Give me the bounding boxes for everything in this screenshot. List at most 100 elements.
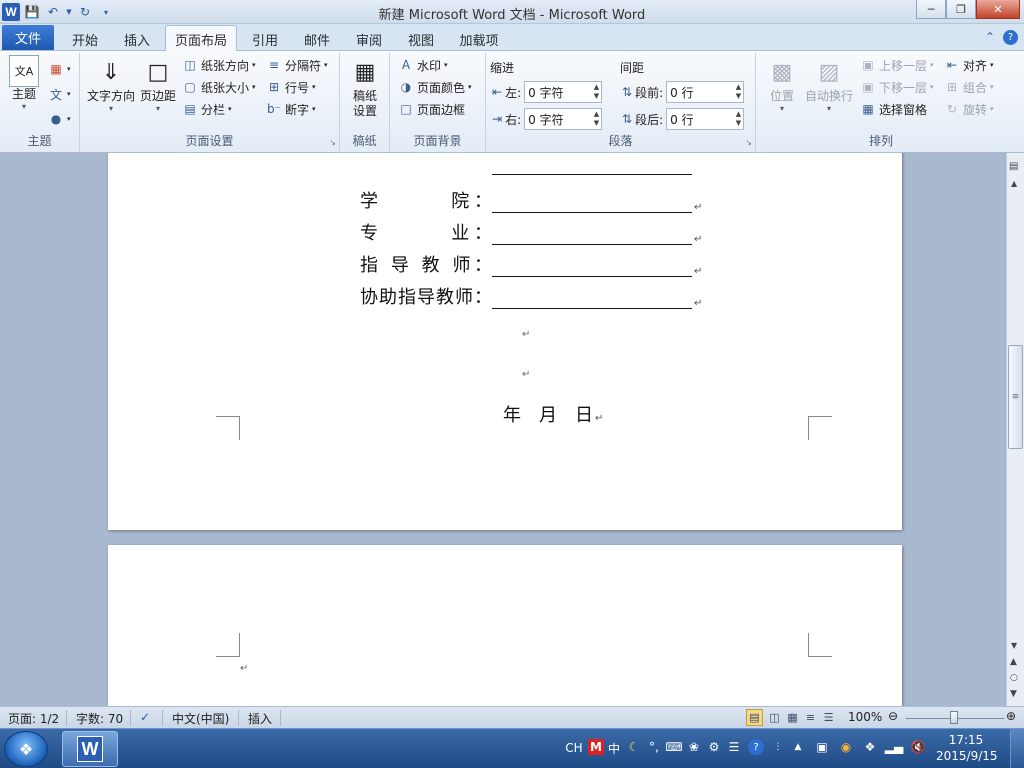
page-2[interactable]: ↵ bbox=[108, 545, 902, 706]
taskbar-word-button[interactable]: W bbox=[62, 731, 118, 767]
paragraph-launcher-icon[interactable]: ↘ bbox=[745, 138, 752, 147]
spacing-before-input[interactable]: 0 行 ▲ ▼ bbox=[666, 81, 745, 103]
field-underline[interactable] bbox=[492, 193, 692, 213]
proofing-icon[interactable]: ✓ bbox=[140, 710, 150, 724]
show-hidden-icons-icon[interactable]: ▲ bbox=[790, 739, 806, 755]
page-count[interactable]: 页面: 1/2 bbox=[8, 710, 59, 727]
skin-icon[interactable]: ❀ bbox=[686, 739, 702, 755]
theme-effects-button[interactable]: ● ▾ bbox=[48, 109, 71, 129]
ruler-toggle-icon[interactable]: ▤ bbox=[1009, 161, 1018, 172]
bring-forward-button[interactable]: ▣ 上移一层 ▾ bbox=[860, 55, 933, 75]
zoom-out-icon[interactable]: ⊖ bbox=[888, 709, 898, 723]
page-1[interactable]: 学 院： ↵ 专 业： ↵ 指 导 教 师： ↵ 协助指导教师： ↵ ↵ ↵ 年… bbox=[108, 153, 902, 530]
tools-icon[interactable]: ⚙ bbox=[706, 739, 722, 755]
antivirus-icon[interactable]: ◉ bbox=[838, 739, 854, 755]
network-drive-icon[interactable]: ▣ bbox=[814, 739, 830, 755]
help-icon[interactable]: ? bbox=[1003, 30, 1018, 45]
full-screen-reading-view-icon[interactable]: ◫ bbox=[766, 709, 783, 726]
web-layout-view-icon[interactable]: ▦ bbox=[784, 709, 801, 726]
scroll-thumb[interactable]: ≡ bbox=[1008, 345, 1023, 449]
zoom-in-icon[interactable]: ⊕ bbox=[1006, 709, 1016, 723]
page-color-button[interactable]: ◑ 页面颜色 ▾ bbox=[398, 77, 472, 97]
minimize-ribbon-icon[interactable]: ⌃ bbox=[985, 30, 995, 45]
scroll-up-icon[interactable]: ▲ bbox=[1011, 179, 1017, 188]
text-direction-button[interactable]: ⇓ 文字方向 ▾ bbox=[86, 55, 136, 114]
tab-file[interactable]: 文件 bbox=[2, 25, 54, 50]
tab-mailings[interactable]: 邮件 bbox=[294, 28, 340, 51]
theme-fonts-button[interactable]: 文 ▾ bbox=[48, 84, 71, 104]
spinner-icon[interactable]: ▲ ▼ bbox=[736, 110, 743, 128]
spinner-icon[interactable]: ▲ ▼ bbox=[736, 83, 743, 101]
show-desktop-button[interactable] bbox=[1010, 729, 1024, 768]
selection-pane-button[interactable]: ▦ 选择窗格 bbox=[860, 99, 927, 119]
tab-addins[interactable]: 加载项 bbox=[450, 28, 508, 51]
line-numbers-button[interactable]: ⊞ 行号 ▾ bbox=[266, 77, 316, 97]
zoom-slider-thumb[interactable] bbox=[950, 711, 958, 724]
ime-indicator[interactable]: CH bbox=[564, 739, 584, 757]
ime-mode-indicator[interactable]: 中 bbox=[606, 739, 622, 757]
start-button[interactable]: ❖ bbox=[4, 731, 48, 767]
next-page-icon[interactable]: ▼ bbox=[1010, 689, 1017, 699]
page-setup-launcher-icon[interactable]: ↘ bbox=[329, 138, 336, 147]
outline-view-icon[interactable]: ≡ bbox=[802, 709, 819, 726]
size-button[interactable]: ▢ 纸张大小 ▾ bbox=[182, 77, 255, 97]
volume-muted-icon[interactable]: 🔇 bbox=[910, 739, 926, 755]
punctuation-icon[interactable]: °, bbox=[646, 739, 662, 755]
ime-menu-icon[interactable]: ⋮ bbox=[770, 739, 786, 755]
wrap-text-button[interactable]: ▨ 自动换行 ▾ bbox=[804, 55, 854, 114]
signal-icon[interactable]: ▂▄ bbox=[885, 739, 903, 755]
orientation-button[interactable]: ◫ 纸张方向 ▾ bbox=[182, 55, 255, 75]
theme-colors-button[interactable]: ▦ ▾ bbox=[48, 59, 70, 79]
margins-button[interactable]: □ 页边距 ▾ bbox=[138, 55, 178, 114]
field-underline[interactable] bbox=[492, 257, 692, 277]
keyboard-icon[interactable]: ⌨ bbox=[665, 739, 682, 755]
spacing-after-input[interactable]: 0 行 ▲ ▼ bbox=[666, 108, 745, 130]
hyphenation-button[interactable]: b⁻ 断字 ▾ bbox=[266, 99, 316, 119]
print-layout-view-icon[interactable]: ▤ bbox=[746, 709, 763, 726]
insert-mode-indicator[interactable]: 插入 bbox=[248, 710, 272, 727]
scroll-down-icon[interactable]: ▼ bbox=[1011, 641, 1017, 650]
document-area[interactable]: 学 院： ↵ 专 业： ↵ 指 导 教 师： ↵ 协助指导教师： ↵ ↵ ↵ 年… bbox=[0, 153, 1006, 706]
theme-button[interactable]: 文A 主题 ▾ bbox=[6, 55, 42, 112]
tab-review[interactable]: 审阅 bbox=[346, 28, 392, 51]
close-button[interactable]: ✕ bbox=[976, 0, 1020, 19]
watermark-button[interactable]: A 水印 ▾ bbox=[398, 55, 448, 75]
indent-right-input[interactable]: 0 字符 ▲ ▼ bbox=[524, 108, 603, 130]
rotate-button[interactable]: ↻ 旋转 ▾ bbox=[944, 99, 994, 119]
field-underline[interactable] bbox=[492, 225, 692, 245]
word-count[interactable]: 字数: 70 bbox=[76, 710, 123, 727]
language-indicator[interactable]: 中文(中国) bbox=[172, 710, 229, 727]
tab-page-layout[interactable]: 页面布局 bbox=[165, 25, 237, 52]
draft-view-icon[interactable]: ☰ bbox=[820, 709, 837, 726]
tab-home[interactable]: 开始 bbox=[62, 28, 108, 51]
previous-page-icon[interactable]: ▲ bbox=[1010, 657, 1017, 667]
spinner-icon[interactable]: ▲ ▼ bbox=[594, 83, 601, 101]
selection-pane-icon: ▦ bbox=[862, 102, 874, 116]
tab-view[interactable]: 视图 bbox=[398, 28, 444, 51]
page-borders-button[interactable]: □ 页面边框 bbox=[398, 99, 465, 119]
breaks-button[interactable]: ≡ 分隔符 ▾ bbox=[266, 55, 328, 75]
ime-logo-icon[interactable]: M bbox=[588, 739, 604, 755]
vertical-scrollbar[interactable]: ▤ ▲ ≡ ▼ ▲ ○ ▼ bbox=[1006, 153, 1024, 706]
moon-icon[interactable]: ☾ bbox=[626, 739, 642, 755]
windows-flag-icon[interactable]: ❖ bbox=[862, 739, 878, 755]
group-button[interactable]: ⊞ 组合 ▾ bbox=[944, 77, 994, 97]
spinner-icon[interactable]: ▲ ▼ bbox=[594, 110, 601, 128]
manuscript-settings-button[interactable]: ▦ 稿纸 设置 bbox=[346, 55, 384, 119]
settings-icon[interactable]: ☰ bbox=[726, 739, 742, 755]
help-icon[interactable]: ? bbox=[748, 739, 764, 755]
position-button[interactable]: ▩ 位置 ▾ bbox=[764, 55, 800, 114]
minimize-button[interactable]: ─ bbox=[916, 0, 946, 19]
indent-left-input[interactable]: 0 字符 ▲ ▼ bbox=[524, 81, 603, 103]
tab-references[interactable]: 引用 bbox=[242, 28, 288, 51]
taskbar-clock[interactable]: 17:15 2015/9/15 bbox=[936, 732, 998, 764]
browse-object-icon[interactable]: ○ bbox=[1010, 673, 1018, 683]
columns-button[interactable]: ▤ 分栏 ▾ bbox=[182, 99, 231, 119]
tab-insert[interactable]: 插入 bbox=[114, 28, 160, 51]
send-backward-button[interactable]: ▣ 下移一层 ▾ bbox=[860, 77, 933, 97]
zoom-level[interactable]: 100% bbox=[848, 710, 882, 724]
maximize-button[interactable]: ❐ bbox=[946, 0, 976, 19]
align-button[interactable]: ⇤ 对齐 ▾ bbox=[944, 55, 994, 75]
field-underline[interactable] bbox=[492, 289, 692, 309]
indent-left-row: ⇤ 左: 0 字符 ▲ ▼ bbox=[492, 81, 603, 103]
